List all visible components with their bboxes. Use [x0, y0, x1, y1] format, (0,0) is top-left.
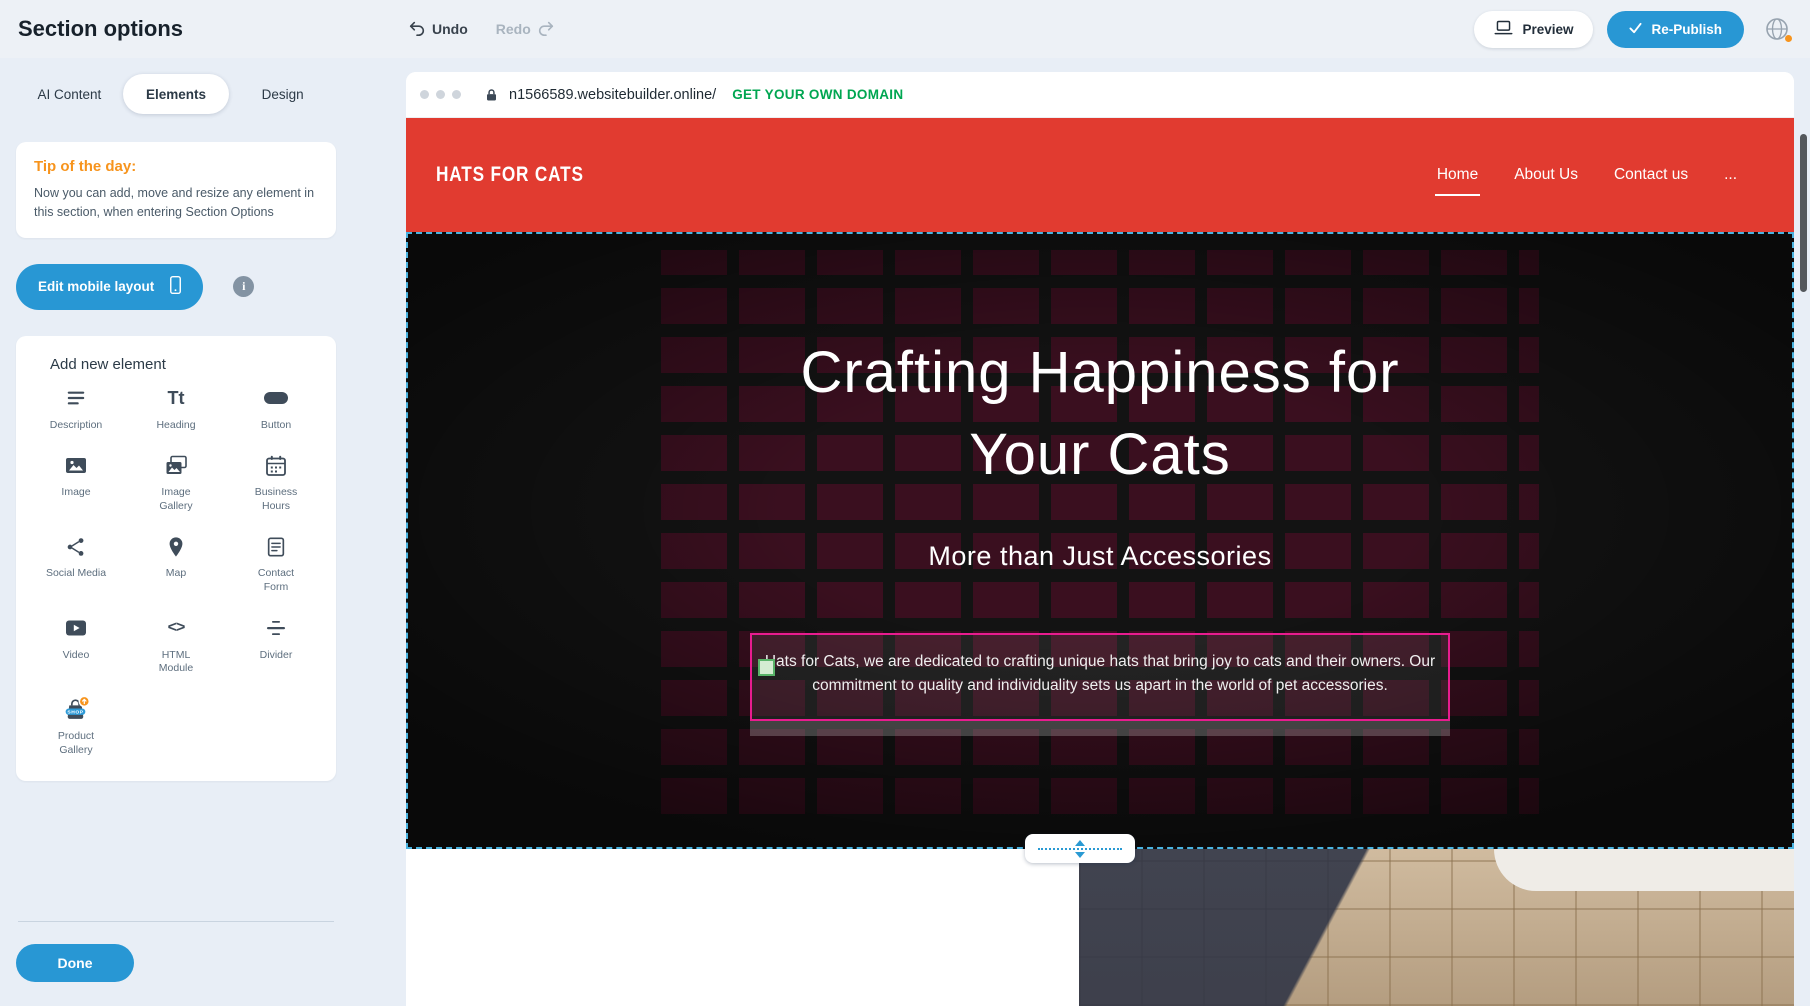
- calendar-icon: [264, 452, 288, 479]
- preview-monitor-icon: [1494, 20, 1513, 39]
- heading-icon: Tt: [168, 385, 185, 412]
- element-image[interactable]: Image: [26, 452, 126, 513]
- tip-of-the-day-card: Tip of the day: Now you can add, move an…: [16, 142, 336, 238]
- divider-icon: [264, 615, 288, 642]
- description-icon: [65, 385, 87, 412]
- element-divider[interactable]: Divider: [226, 615, 326, 676]
- sidebar-divider: [18, 921, 334, 922]
- done-button[interactable]: Done: [16, 944, 134, 982]
- preview-button[interactable]: Preview: [1474, 11, 1593, 48]
- tip-body: Now you can add, move and resize any ele…: [34, 184, 318, 222]
- map-pin-icon: [165, 533, 187, 560]
- address-bar: n1566589.websitebuilder.online/ GET YOUR…: [406, 72, 1794, 118]
- next-section: [406, 849, 1794, 1006]
- element-video[interactable]: Video: [26, 615, 126, 676]
- selected-text-element[interactable]: Hats for Cats, we are dedicated to craft…: [750, 633, 1450, 721]
- site-header: HATS FOR CATS Home About Us Contact us .…: [406, 118, 1794, 232]
- nav-contact-us[interactable]: Contact us: [1612, 160, 1690, 190]
- site-logo[interactable]: HATS FOR CATS: [436, 163, 584, 187]
- language-globe-button[interactable]: [1760, 12, 1794, 46]
- resize-dotted-line: [1038, 848, 1122, 850]
- section-options-sidebar: AI Content Elements Design Tip of the da…: [0, 58, 352, 1006]
- nav-home[interactable]: Home: [1435, 160, 1480, 190]
- undo-icon: [408, 19, 426, 40]
- hero-section: Crafting Happiness for Your Cats More th…: [406, 232, 1794, 849]
- nav-more[interactable]: ...: [1722, 160, 1739, 190]
- element-map[interactable]: Map: [126, 533, 226, 594]
- top-bar: Section options Undo Redo Preview Re-Pub…: [0, 0, 1810, 58]
- editor-window: Section options Undo Redo Preview Re-Pub…: [0, 0, 1810, 1006]
- element-description[interactable]: Description: [26, 385, 126, 433]
- phone-icon: [166, 274, 185, 299]
- site-url[interactable]: n1566589.websitebuilder.online/: [509, 87, 716, 103]
- site-nav: Home About Us Contact us ...: [1435, 160, 1739, 190]
- redo-button[interactable]: Redo: [496, 19, 555, 40]
- video-icon: [64, 615, 88, 642]
- svg-text:SHOP: SHOP: [67, 710, 83, 716]
- tab-elements[interactable]: Elements: [123, 74, 230, 114]
- element-heading[interactable]: Tt Heading: [126, 385, 226, 433]
- button-icon: [264, 385, 288, 412]
- section-resize-handle[interactable]: [1025, 834, 1135, 863]
- next-section-background: [406, 849, 1079, 1006]
- sidebar-tabs: AI Content Elements Design: [16, 74, 336, 114]
- window-dot: [452, 90, 461, 99]
- element-grid: Description Tt Heading Button Image Imag…: [26, 385, 326, 758]
- site-viewport: HATS FOR CATS Home About Us Contact us .…: [406, 118, 1794, 1006]
- form-icon: [265, 533, 287, 560]
- edit-mobile-layout-button[interactable]: Edit mobile layout: [16, 264, 203, 310]
- page-scrollbar: [1799, 72, 1808, 1006]
- tab-design[interactable]: Design: [229, 74, 336, 114]
- image-icon: [64, 452, 88, 479]
- element-social-media[interactable]: Social Media: [26, 533, 126, 594]
- scrollbar-thumb[interactable]: [1800, 134, 1807, 292]
- site-preview-frame: n1566589.websitebuilder.online/ GET YOUR…: [406, 72, 1794, 1006]
- check-icon: [1629, 22, 1642, 37]
- resize-up-arrow-icon: [1075, 840, 1085, 846]
- element-contact-form[interactable]: Contact Form: [226, 533, 326, 594]
- element-product-gallery[interactable]: SHOP Product Gallery: [26, 696, 126, 757]
- lock-icon: [484, 87, 499, 103]
- element-business-hours[interactable]: Business Hours: [226, 452, 326, 513]
- notification-dot: [1785, 35, 1792, 42]
- undo-button[interactable]: Undo: [408, 19, 468, 40]
- add-new-element-panel: Add new element Description Tt Heading B…: [16, 336, 336, 782]
- element-drag-handle[interactable]: [758, 659, 775, 676]
- hero-paragraph[interactable]: Hats for Cats, we are dedicated to craft…: [762, 650, 1438, 698]
- element-image-gallery[interactable]: Image Gallery: [126, 452, 226, 513]
- share-icon: [65, 533, 87, 560]
- pavement-photo[interactable]: [1079, 849, 1794, 1006]
- redo-icon: [537, 19, 555, 40]
- info-icon[interactable]: i: [233, 276, 254, 297]
- tip-title: Tip of the day:: [34, 158, 318, 175]
- window-dot: [420, 90, 429, 99]
- republish-button[interactable]: Re-Publish: [1607, 11, 1744, 48]
- tab-ai-content[interactable]: AI Content: [16, 74, 123, 114]
- window-dot: [436, 90, 445, 99]
- shop-icon: SHOP: [62, 696, 90, 723]
- page-title: Section options: [18, 16, 408, 42]
- nav-about-us[interactable]: About Us: [1512, 160, 1580, 190]
- get-domain-link[interactable]: GET YOUR OWN DOMAIN: [732, 87, 903, 102]
- resize-down-arrow-icon: [1075, 852, 1085, 858]
- element-html-module[interactable]: <> HTML Module: [126, 615, 226, 676]
- add-element-title: Add new element: [50, 356, 326, 373]
- hero-heading[interactable]: Crafting Happiness for Your Cats: [406, 332, 1794, 497]
- editor-canvas: n1566589.websitebuilder.online/ GET YOUR…: [406, 58, 1810, 1006]
- code-icon: <>: [168, 615, 185, 642]
- element-button[interactable]: Button: [226, 385, 326, 433]
- hero-subheading[interactable]: More than Just Accessories: [406, 541, 1794, 572]
- photo-shadow: [1079, 849, 1794, 1006]
- image-gallery-icon: [164, 452, 188, 479]
